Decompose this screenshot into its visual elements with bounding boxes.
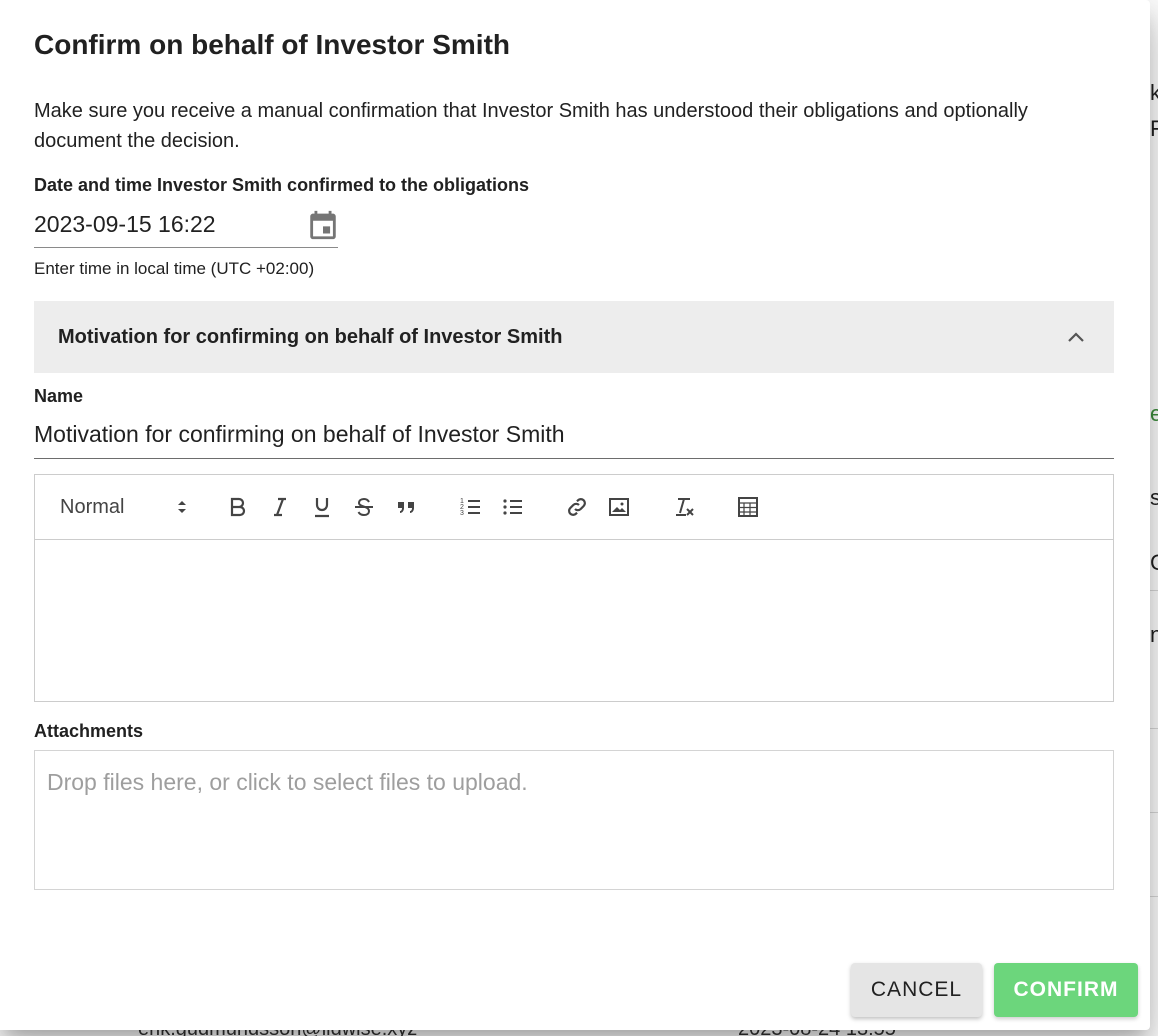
background-text: e — [1150, 401, 1158, 426]
image-icon[interactable] — [605, 493, 633, 521]
svg-text:3: 3 — [460, 510, 464, 517]
bold-icon[interactable] — [224, 493, 252, 521]
background-divider — [1150, 728, 1158, 729]
name-label: Name — [34, 386, 84, 406]
rich-text-editor: Normal 123 — [34, 474, 1114, 702]
background-text: nt — [1150, 622, 1158, 647]
underline-icon[interactable] — [308, 493, 336, 521]
accordion-label: Motivation for confirming on behalf of I… — [58, 326, 563, 348]
background-divider — [1150, 896, 1158, 897]
format-select-value: Normal — [60, 496, 125, 518]
dialog-title: Confirm on behalf of Investor Smith — [34, 29, 511, 60]
strikethrough-icon[interactable] — [350, 493, 378, 521]
dialog-description: Make sure you receive a manual confirmat… — [34, 100, 1028, 152]
background-divider — [1150, 812, 1158, 813]
editor-content-area[interactable] — [35, 540, 1113, 702]
background-text: F — [1150, 116, 1158, 141]
bullet-list-icon[interactable] — [499, 493, 527, 521]
link-icon[interactable] — [563, 493, 591, 521]
confirm-dialog: Confirm on behalf of Investor Smith Make… — [0, 0, 1150, 1030]
confirm-button[interactable]: CONFIRM — [994, 963, 1138, 1017]
dropzone-placeholder: Drop files here, or click to select file… — [47, 769, 528, 795]
calendar-icon[interactable] — [306, 207, 340, 243]
name-value[interactable]: Motivation for confirming on behalf of I… — [34, 421, 565, 448]
motivation-accordion-header[interactable]: Motivation for confirming on behalf of I… — [34, 301, 1114, 373]
quote-icon[interactable] — [392, 493, 420, 521]
format-select[interactable]: Normal — [60, 493, 188, 521]
italic-icon[interactable] — [266, 493, 294, 521]
clear-format-icon[interactable] — [670, 493, 698, 521]
datetime-input[interactable]: 2023-09-15 16:22 — [34, 205, 338, 248]
background-text: C — [1150, 550, 1158, 575]
datetime-value[interactable]: 2023-09-15 16:22 — [34, 211, 216, 238]
attachments-dropzone[interactable]: Drop files here, or click to select file… — [34, 750, 1114, 890]
name-input[interactable]: Motivation for confirming on behalf of I… — [34, 412, 1114, 459]
attachments-label: Attachments — [34, 721, 144, 741]
datetime-label: Date and time Investor Smith confirmed t… — [34, 175, 530, 195]
ordered-list-icon[interactable]: 123 — [457, 493, 485, 521]
background-text: k — [1150, 80, 1158, 105]
datetime-helper-text: Enter time in local time (UTC +02:00) — [34, 259, 315, 278]
chevron-up-icon[interactable] — [1066, 327, 1086, 347]
editor-toolbar: Normal 123 — [35, 475, 1113, 540]
table-icon[interactable] — [734, 493, 762, 521]
background-divider — [1150, 590, 1158, 591]
cancel-button[interactable]: CANCEL — [851, 963, 982, 1017]
background-text: s — [1150, 485, 1158, 510]
select-arrows-icon — [178, 501, 186, 513]
